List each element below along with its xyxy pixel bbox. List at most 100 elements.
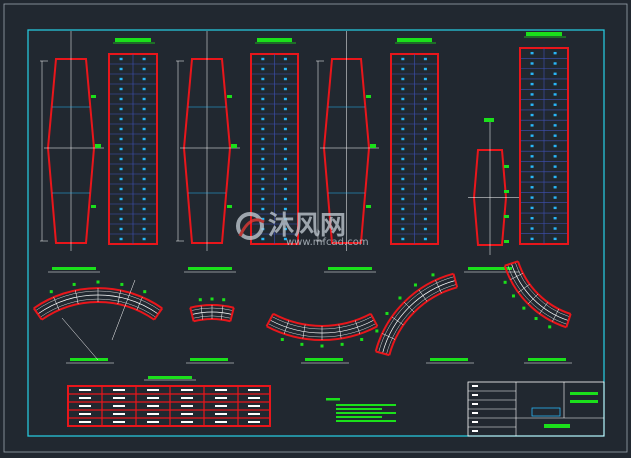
table-cell-mark [142, 237, 146, 241]
table-cell-mark [530, 186, 534, 189]
summary-table [67, 376, 271, 427]
table-cell-mark [142, 217, 146, 221]
title-block-label [570, 400, 598, 403]
view-label-bar [430, 358, 468, 361]
table-cell-mark [530, 134, 534, 137]
table-cell-mark [401, 207, 405, 211]
summary-cell-text [113, 397, 125, 399]
green-tag [227, 95, 232, 98]
table-cell-mark [283, 117, 287, 121]
plan-view [374, 272, 474, 364]
table-cell-mark [553, 144, 557, 148]
green-tag [504, 190, 509, 193]
green-tag [227, 205, 232, 208]
table-cell-mark [553, 62, 557, 65]
pier-marker [210, 297, 214, 301]
notes-line [336, 420, 396, 422]
table-cell-mark [553, 206, 557, 210]
title-block [467, 381, 605, 437]
pier-marker [96, 280, 100, 284]
table-cell-mark [553, 82, 557, 86]
pier-marker [300, 342, 304, 346]
table-cell-mark [283, 177, 287, 181]
table-cell-mark [283, 127, 287, 131]
summary-cell-text [248, 421, 260, 423]
pier-marker [385, 311, 389, 315]
summary-cell-text [113, 413, 125, 415]
summary-cell-text [147, 413, 159, 415]
summary-cell-text [181, 421, 193, 423]
summary-cell-text [215, 413, 227, 415]
table-cell-mark [401, 197, 405, 201]
label-bar [115, 38, 151, 42]
table-cell-mark [553, 134, 557, 137]
table-cell-mark [553, 124, 557, 127]
view-label-bar [70, 358, 108, 361]
table-cell-mark [530, 93, 534, 96]
table-cell-mark [401, 87, 405, 91]
table-cell-mark [401, 237, 405, 241]
table-cell-mark [119, 147, 123, 151]
table-cell-mark [423, 57, 427, 61]
table-cell-mark [401, 157, 405, 161]
table-cell-mark [553, 155, 557, 158]
table-cell-mark [553, 175, 557, 179]
summary-cell-text [113, 405, 125, 407]
green-tag [504, 240, 509, 243]
pier-marker [72, 282, 76, 286]
summary-table-outline [67, 385, 271, 427]
pier-marker [431, 273, 435, 277]
label-bar [526, 32, 562, 36]
green-tag [370, 144, 376, 148]
summary-cell-text [181, 397, 193, 399]
table-cell-mark [142, 87, 146, 91]
beam-inner-edge [193, 318, 231, 323]
title-block-text [472, 430, 478, 432]
title-block-text [472, 421, 478, 423]
table-cell-mark [283, 137, 287, 141]
table-cell-mark [142, 167, 146, 171]
pier-marker [548, 325, 552, 329]
plan-view [265, 312, 379, 364]
table-cell-mark [553, 237, 557, 241]
table-cell-mark [142, 197, 146, 201]
pier-marker [280, 337, 284, 341]
table-cell-mark [119, 187, 123, 191]
table-cell-mark [423, 157, 427, 161]
table-cell-mark [530, 144, 534, 148]
summary-cell-text [147, 397, 159, 399]
table-cell-mark [119, 157, 123, 161]
table-cell-mark [142, 57, 146, 61]
table-cell-mark [283, 187, 287, 191]
drawing-title-bar [544, 424, 570, 428]
beam-lane-line [378, 276, 455, 353]
table-cell-mark [423, 107, 427, 111]
table-cell-mark [401, 77, 405, 81]
beam-inner-edge [272, 312, 372, 327]
view-label-bar [188, 267, 232, 270]
pier-marker [413, 283, 417, 287]
table-cell-mark [553, 227, 557, 230]
table-cell-mark [553, 51, 557, 55]
table-cell-mark [553, 113, 557, 117]
table-cell-mark [530, 165, 534, 168]
pier-marker [222, 298, 226, 302]
beam-cross-section [539, 302, 549, 314]
green-tag [484, 118, 494, 122]
table-cell-mark [283, 207, 287, 211]
beam-cross-section [32, 307, 43, 321]
table-cell-mark [142, 147, 146, 151]
summary-cell-text [79, 421, 91, 423]
elevation-view [40, 31, 158, 273]
table-cell-mark [261, 127, 265, 131]
pier-marker [320, 344, 324, 348]
label-bar [397, 38, 432, 42]
green-tag [366, 95, 371, 98]
table-cell-mark [423, 127, 427, 131]
table-cell-mark [283, 97, 287, 101]
table-cell-mark [261, 197, 265, 201]
cad-drawing: 沐风网 www.mfcad.com [0, 0, 631, 458]
table-cell-mark [283, 147, 287, 151]
table-cell-mark [530, 103, 534, 106]
title-block-text [472, 403, 478, 405]
